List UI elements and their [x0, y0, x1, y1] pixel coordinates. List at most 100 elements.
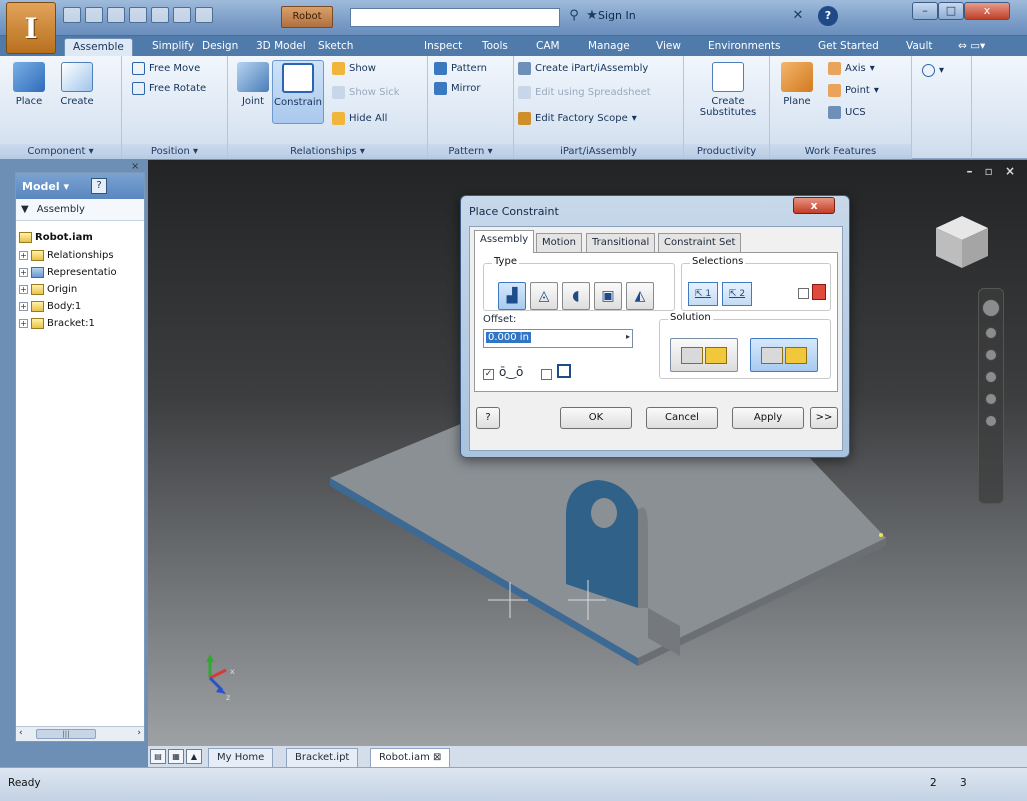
expand-icon[interactable]: +: [19, 284, 28, 294]
tree-item-origin[interactable]: + Origin: [19, 281, 77, 297]
show-button[interactable]: Show: [332, 60, 376, 77]
zoom-icon[interactable]: [985, 349, 997, 361]
create-ipart-button[interactable]: Create iPart/iAssembly: [518, 60, 648, 77]
angle-constraint-button[interactable]: ◬: [530, 282, 558, 310]
tree-item-relationships[interactable]: + Relationships: [19, 247, 114, 263]
pattern-group-label[interactable]: Pattern ▾: [428, 144, 513, 159]
tab-sketch[interactable]: Sketch: [310, 38, 361, 56]
minimize-button[interactable]: –: [912, 2, 938, 20]
bracket-hole[interactable]: [591, 498, 617, 528]
search-icon[interactable]: ⚲: [566, 8, 582, 24]
help-search-input[interactable]: [350, 8, 560, 27]
tab-cam[interactable]: CAM: [528, 38, 568, 56]
ok-button[interactable]: OK: [560, 407, 632, 429]
new-icon[interactable]: [63, 7, 81, 23]
mate-constraint-button[interactable]: ▟: [498, 282, 526, 310]
selection-1-button[interactable]: ⇱ 1: [688, 282, 718, 306]
free-move-button[interactable]: Free Move: [132, 60, 200, 77]
application-menu-button[interactable]: I: [6, 2, 56, 54]
browser-title[interactable]: Model ▾: [22, 180, 69, 193]
relationships-group-label[interactable]: Relationships ▾: [228, 144, 427, 159]
tree-item-bracket[interactable]: + Bracket:1: [19, 315, 95, 331]
assembly-view-dropdown[interactable]: Assembly: [37, 204, 85, 215]
filter-icon[interactable]: ▼: [21, 204, 29, 215]
place-button[interactable]: Place: [8, 60, 50, 124]
solution-mate-button[interactable]: [670, 338, 738, 372]
point-button[interactable]: Point ▾: [828, 82, 879, 99]
cascade-windows-icon[interactable]: ▦: [168, 749, 184, 764]
navigation-bar[interactable]: [978, 288, 1004, 504]
tab-3d-model[interactable]: 3D Model: [248, 38, 314, 56]
open-icon[interactable]: [85, 7, 103, 23]
tab-vault[interactable]: Vault: [898, 38, 941, 56]
dialog-close-button[interactable]: x: [793, 197, 835, 214]
home-icon[interactable]: [173, 7, 191, 23]
tab-motion[interactable]: Motion: [536, 233, 582, 252]
expand-icon[interactable]: +: [19, 318, 28, 328]
viewcube-icon[interactable]: [932, 212, 992, 272]
browser-help-icon[interactable]: ?: [90, 178, 107, 194]
create-substitutes-button[interactable]: Create Substitutes: [698, 60, 758, 124]
tab-assembly[interactable]: Assembly: [474, 230, 535, 253]
expand-icon[interactable]: +: [19, 250, 28, 260]
sign-in-link[interactable]: Sign In: [598, 9, 636, 22]
tab-constraint-set[interactable]: Constraint Set: [658, 233, 742, 252]
browser-close-icon[interactable]: ×: [131, 161, 139, 172]
show-sick-button[interactable]: Show Sick: [332, 84, 400, 101]
expand-icon[interactable]: +: [19, 267, 28, 277]
position-group-label[interactable]: Position ▾: [122, 144, 227, 159]
pattern-button[interactable]: Pattern: [434, 60, 487, 77]
axis-button[interactable]: Axis ▾: [828, 60, 875, 77]
steering-wheel-icon[interactable]: [982, 299, 1000, 317]
doc-tab-my-home[interactable]: My Home: [208, 748, 274, 768]
maximize-button[interactable]: □: [938, 2, 964, 20]
dialog-help-button[interactable]: ?: [476, 407, 500, 429]
orbit-icon[interactable]: [985, 371, 997, 383]
viewport-window-controls[interactable]: – ▫ ×: [966, 164, 1019, 178]
predict-offset-checkbox[interactable]: [541, 369, 552, 380]
insert-constraint-button[interactable]: ▣: [594, 282, 622, 310]
ribbon-options-button[interactable]: ▾: [922, 62, 944, 79]
plane-button[interactable]: Plane: [776, 60, 818, 124]
selection-2-button[interactable]: ⇱ 2: [722, 282, 752, 306]
ribbon-overflow-icon[interactable]: ⇔ ▭▾: [950, 38, 993, 56]
tile-windows-icon[interactable]: ▤: [150, 749, 166, 764]
create-button[interactable]: Create: [56, 60, 98, 124]
mirror-button[interactable]: Mirror: [434, 80, 480, 97]
qat-more-icon[interactable]: [195, 7, 213, 23]
doc-tab-bracket[interactable]: Bracket.ipt: [286, 748, 359, 768]
tab-close-icon[interactable]: ⊠: [433, 752, 441, 763]
component-group-label[interactable]: Component ▾: [0, 144, 121, 159]
show-preview-checkbox[interactable]: ✓: [483, 369, 494, 380]
ucs-button[interactable]: UCS: [828, 104, 866, 121]
edit-spreadsheet-button[interactable]: Edit using Spreadsheet: [518, 84, 651, 101]
tree-item-representations[interactable]: + Representatio: [19, 264, 117, 280]
tree-root-robot[interactable]: Robot.iam: [19, 229, 93, 245]
offset-input[interactable]: 0.000 in ▸: [483, 329, 633, 348]
exchange-icon[interactable]: ✕: [790, 8, 806, 24]
pan-icon[interactable]: [985, 327, 997, 339]
more-options-button[interactable]: >>: [810, 407, 838, 429]
scroll-thumb[interactable]: |||: [36, 729, 96, 739]
tab-list-icon[interactable]: ▲: [186, 749, 202, 764]
tree-item-body[interactable]: + Body:1: [19, 298, 81, 314]
close-button[interactable]: x: [964, 2, 1010, 20]
hide-all-button[interactable]: Hide All: [332, 110, 387, 127]
constrain-button[interactable]: Constrain: [272, 60, 324, 124]
scroll-left-icon[interactable]: ‹: [19, 728, 23, 738]
apply-button[interactable]: Apply: [732, 407, 804, 429]
cancel-button[interactable]: Cancel: [646, 407, 718, 429]
offset-dropdown-icon[interactable]: ▸: [626, 332, 630, 341]
tab-tools[interactable]: Tools: [474, 38, 516, 56]
undo-icon[interactable]: [129, 7, 147, 23]
expand-icon[interactable]: +: [19, 301, 28, 311]
tab-get-started[interactable]: Get Started: [810, 38, 887, 56]
tab-manage[interactable]: Manage: [580, 38, 638, 56]
save-icon[interactable]: [107, 7, 125, 23]
tab-design[interactable]: Design: [194, 38, 246, 56]
help-icon[interactable]: ?: [818, 6, 838, 26]
redo-icon[interactable]: [151, 7, 169, 23]
tab-assemble[interactable]: Assemble: [64, 38, 133, 56]
free-rotate-button[interactable]: Free Rotate: [132, 80, 206, 97]
browser-horizontal-scrollbar[interactable]: ‹ ||| ›: [16, 726, 144, 741]
